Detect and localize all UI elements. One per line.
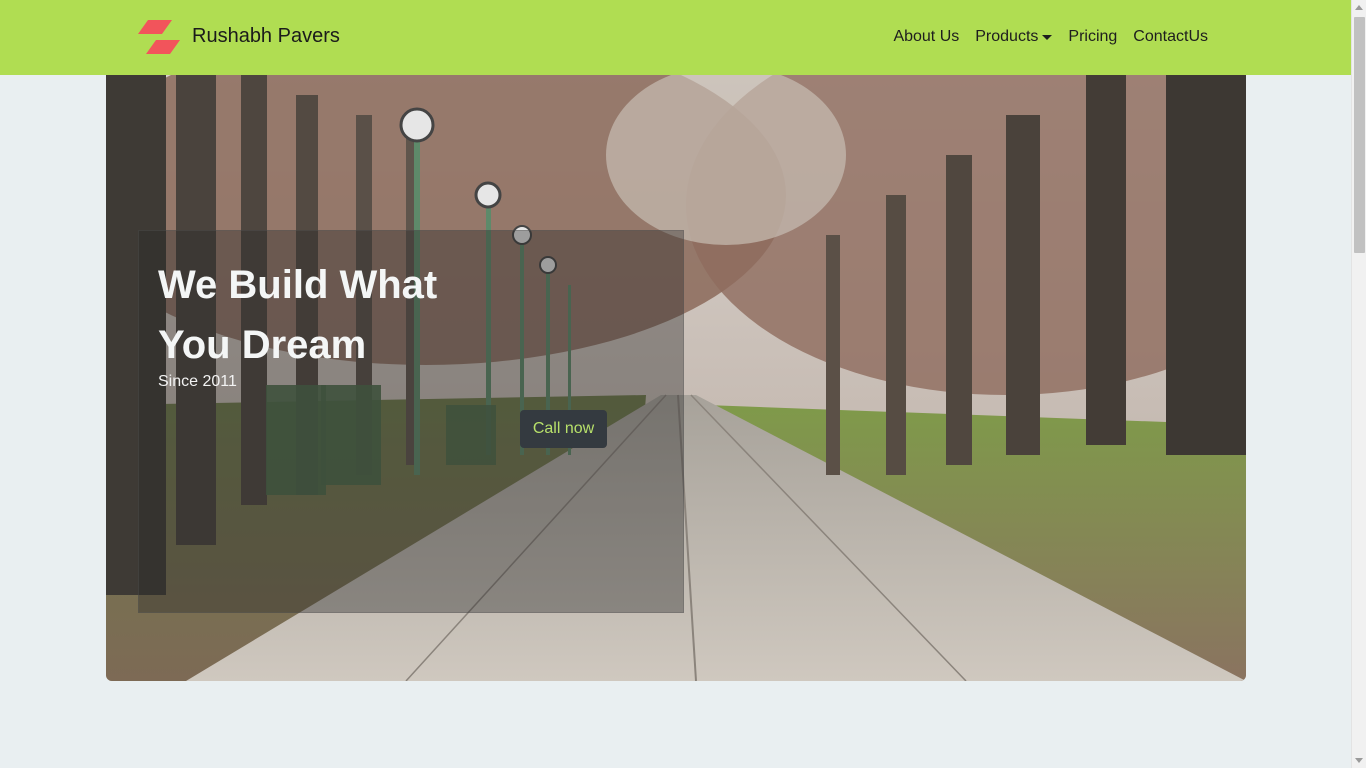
nav-about-us[interactable]: About Us (893, 26, 959, 48)
hero-title: We Build What You Dream (158, 263, 438, 367)
page-scrollbar[interactable] (1351, 0, 1366, 768)
nav-contact-us[interactable]: ContactUs (1133, 26, 1208, 48)
main-nav: About Us Products Pricing ContactUs (893, 26, 1208, 48)
nav-pricing[interactable]: Pricing (1068, 26, 1117, 48)
brand-logo-icon (138, 20, 180, 54)
scroll-thumb[interactable] (1354, 17, 1365, 253)
scroll-up-arrow-icon[interactable] (1355, 5, 1363, 10)
nav-products-label: Products (975, 28, 1039, 45)
hero-subtitle: Since 2011 (158, 373, 237, 390)
caret-down-icon (1042, 34, 1053, 40)
scroll-down-arrow-icon[interactable] (1355, 758, 1363, 763)
nav-products-dropdown[interactable]: Products (975, 26, 1053, 48)
call-now-button[interactable]: Call now (520, 410, 607, 448)
brand-name: Rushabh Pavers (192, 25, 340, 47)
hero-banner: We Build What You Dream Since 2011 Call … (106, 75, 1246, 681)
navbar: Rushabh Pavers About Us Products Pricing… (0, 0, 1351, 75)
brand-link[interactable]: Rushabh Pavers (136, 20, 340, 56)
